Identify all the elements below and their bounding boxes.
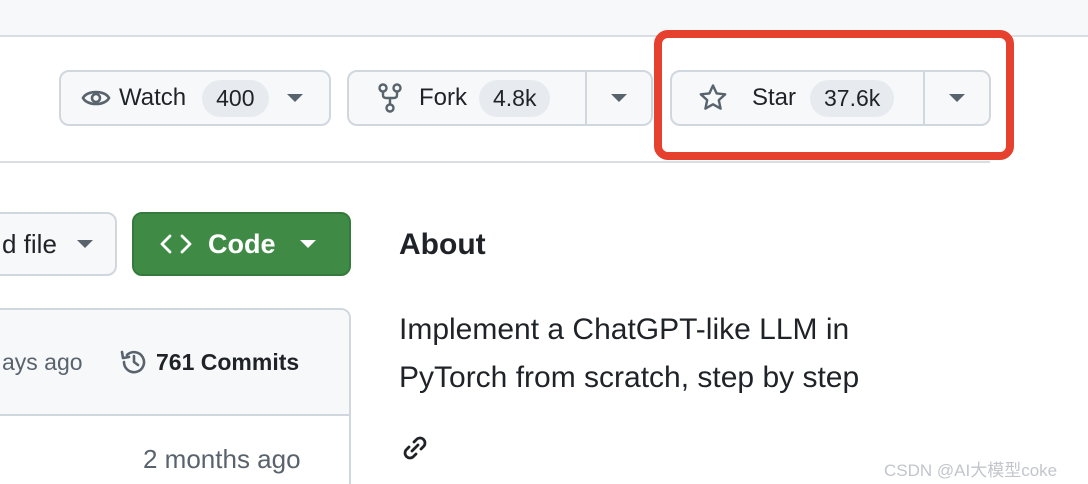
header-divider xyxy=(0,161,990,163)
highlight-annotation xyxy=(654,30,1014,160)
chevron-down-icon xyxy=(611,94,628,102)
row-time: 2 months ago xyxy=(143,444,301,474)
chevron-down-icon xyxy=(76,240,93,248)
file-list: ays ago 761 Commits 2 months ago xyxy=(0,308,351,484)
history-icon xyxy=(118,346,150,378)
code-icon xyxy=(160,232,192,256)
link-icon[interactable] xyxy=(399,432,431,469)
latest-commit-time: ays ago xyxy=(2,349,83,375)
about-description-line: Implement a ChatGPT-like LLM in xyxy=(399,313,850,346)
watermark: CSDN @AI大模型coke xyxy=(884,461,1058,480)
fork-count: 4.8k xyxy=(479,79,551,117)
code-label: Code xyxy=(208,228,276,259)
fork-label: Fork xyxy=(419,84,467,111)
add-file-label: d file xyxy=(2,228,57,259)
add-file-button[interactable]: d file xyxy=(0,212,117,276)
fork-icon xyxy=(377,83,403,113)
commits-label: 761 Commits xyxy=(156,348,300,375)
fork-button[interactable]: Fork 4.8k xyxy=(349,72,585,124)
about-description: Implement a ChatGPT-like LLM in PyTorch … xyxy=(399,306,959,402)
chevron-down-icon xyxy=(286,94,303,102)
eye-icon xyxy=(81,86,111,110)
watch-button[interactable]: Watch 400 xyxy=(61,72,329,124)
code-button[interactable]: Code xyxy=(132,212,351,276)
watch-count: 400 xyxy=(202,79,269,117)
fork-dropdown-button[interactable] xyxy=(585,72,651,124)
watch-label: Watch xyxy=(119,84,187,111)
about-heading: About xyxy=(399,228,486,261)
commits-link[interactable]: 761 Commits xyxy=(118,346,299,378)
latest-commit-bar: ays ago 761 Commits xyxy=(0,310,349,416)
watch-button-group: Watch 400 xyxy=(59,70,331,126)
fork-button-group: Fork 4.8k xyxy=(347,70,653,126)
about-description-line: PyTorch from scratch, step by step xyxy=(399,361,860,394)
chevron-down-icon xyxy=(299,240,316,248)
